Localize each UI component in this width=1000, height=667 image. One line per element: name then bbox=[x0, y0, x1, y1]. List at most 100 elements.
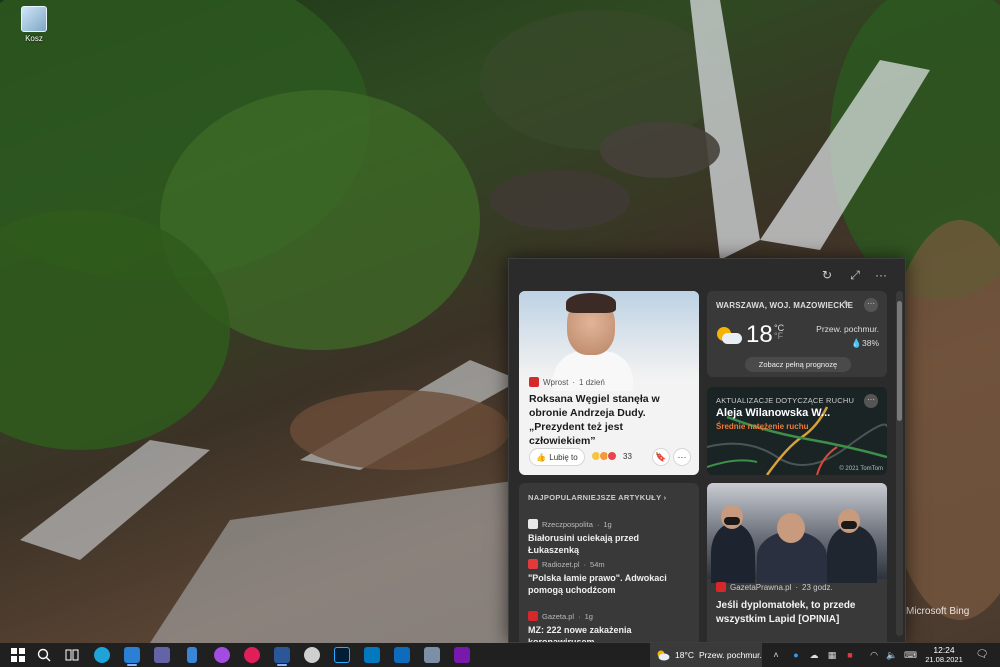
emoji-heart-icon bbox=[607, 451, 617, 461]
start-icon[interactable] bbox=[10, 647, 26, 663]
onedrive-icon[interactable]: ☁ bbox=[808, 649, 820, 661]
photo-person bbox=[711, 523, 755, 583]
taskbar: 18°C Przew. pochmur. ˄ ● ☁ ▦ ■ ◠ 🔈 ⌨ 12:… bbox=[0, 643, 1000, 667]
edit-location-icon[interactable]: ✎ bbox=[843, 299, 851, 310]
tray-app-icon[interactable]: ● bbox=[790, 649, 802, 661]
featured-article-card[interactable]: Wprost · 1 dzień Roksana Węgiel stanęła … bbox=[519, 291, 699, 475]
recycle-bin-label: Kosz bbox=[25, 34, 43, 43]
expand-icon[interactable]: ⤢ bbox=[847, 267, 863, 283]
featured-title[interactable]: Roksana Węgiel stanęła w obronie Andrzej… bbox=[529, 392, 691, 448]
news-interests-panel: ↻ ⤢ ··· Wprost · 1 dzień Roksana Węgiel … bbox=[508, 258, 906, 643]
bookmark-icon[interactable]: 🔖 bbox=[652, 448, 670, 466]
language-icon[interactable]: ⌨ bbox=[904, 649, 917, 661]
task-view-icon[interactable] bbox=[64, 647, 80, 663]
mail-icon[interactable] bbox=[124, 647, 140, 663]
traffic-more-icon[interactable]: ··· bbox=[864, 394, 878, 408]
weather-location: WARSZAWA, WOJ. MAZOWIECKIE bbox=[716, 301, 854, 310]
tray-apps-icon[interactable]: ▦ bbox=[826, 649, 838, 661]
popular-source: Radiozet.pl bbox=[542, 559, 580, 569]
phone-icon[interactable] bbox=[187, 647, 197, 663]
traffic-status: Średnie natężenie ruchu bbox=[716, 422, 809, 431]
photo-mask bbox=[841, 521, 857, 529]
photo-face bbox=[777, 513, 805, 543]
scrollbar-thumb[interactable] bbox=[897, 301, 902, 421]
recycle-bin-icon bbox=[21, 6, 47, 32]
droplet-icon: 💧 bbox=[851, 338, 862, 348]
like-button[interactable]: 👍 Lubię to bbox=[529, 448, 585, 466]
wprost-logo-icon bbox=[529, 377, 539, 387]
article-source-row: GazetaPrawna.pl · 23 godz. bbox=[716, 582, 833, 592]
search-icon[interactable] bbox=[36, 647, 52, 663]
like-label: Lubię to bbox=[549, 452, 578, 462]
refresh-icon[interactable]: ↻ bbox=[819, 267, 835, 283]
messenger-icon[interactable] bbox=[214, 647, 230, 663]
featured-source-row: Wprost · 1 dzień bbox=[529, 377, 605, 387]
outlook-icon[interactable] bbox=[394, 647, 410, 663]
popular-item[interactable]: Radiozet.pl · 54m "Polska łamie prawo". … bbox=[528, 559, 692, 596]
popular-articles-card: NAJPOPULARNIEJSZE ARTYKUŁY › Rzeczpospol… bbox=[519, 483, 699, 642]
panel-scrollbar[interactable] bbox=[896, 291, 903, 636]
weather-more-icon[interactable]: ··· bbox=[864, 298, 878, 312]
popular-age: 1g bbox=[603, 519, 612, 529]
edge-icon[interactable] bbox=[94, 647, 110, 663]
featured-source: Wprost bbox=[543, 377, 569, 387]
taskbar-weather-widget[interactable]: 18°C Przew. pochmur. bbox=[650, 643, 762, 667]
weather-humidity-row: 💧38% bbox=[851, 338, 879, 349]
clock-time: 12:24 bbox=[933, 645, 955, 655]
chevron-right-icon: › bbox=[663, 493, 667, 502]
volume-icon[interactable]: 🔈 bbox=[886, 649, 898, 661]
weather-humidity: 38% bbox=[861, 338, 879, 348]
photo-person bbox=[827, 525, 877, 583]
calculator-icon[interactable] bbox=[424, 647, 440, 663]
article-age: 23 godz. bbox=[802, 582, 833, 592]
popular-age: 1g bbox=[584, 611, 593, 621]
traffic-road: Aleja Wilanowska W... bbox=[716, 407, 831, 419]
weather-temperature: 18 bbox=[746, 321, 773, 348]
trello-icon[interactable] bbox=[364, 647, 380, 663]
word-icon[interactable] bbox=[274, 647, 290, 663]
tray-red-icon[interactable]: ■ bbox=[844, 649, 856, 661]
more-icon[interactable]: ··· bbox=[873, 267, 889, 283]
featured-more-icon[interactable]: ··· bbox=[673, 448, 691, 466]
taskbar-weather-icon bbox=[657, 650, 670, 661]
weather-units[interactable]: °C °F bbox=[774, 324, 784, 341]
network-icon[interactable]: ◠ bbox=[868, 649, 880, 661]
photo-mask bbox=[724, 517, 740, 525]
popular-item[interactable]: Gazeta.pl · 1g MZ: 222 nowe zakażenia ko… bbox=[528, 611, 692, 642]
reaction-count: 33 bbox=[623, 451, 632, 461]
mail-active-indicator bbox=[127, 664, 137, 666]
teams-icon[interactable] bbox=[154, 647, 170, 663]
bing-watermark: Microsoft Bing bbox=[906, 606, 970, 617]
thumbs-up-icon: 👍 bbox=[536, 452, 547, 462]
taskbar-clock[interactable]: 12:24 21.08.2021 bbox=[922, 645, 966, 665]
weather-condition: Przew. pochmur. bbox=[816, 324, 879, 334]
article-separator: · bbox=[795, 582, 799, 592]
radiozet-logo-icon bbox=[528, 559, 538, 569]
featured-article-photo bbox=[519, 291, 699, 391]
article-title[interactable]: Jeśli dyplomatołek, to przede wszystkim … bbox=[716, 599, 880, 627]
popular-age: 54m bbox=[590, 559, 605, 569]
article-source: GazetaPrawna.pl bbox=[730, 582, 792, 592]
photo-hair bbox=[566, 293, 616, 313]
popular-title: "Polska łamie prawo". Adwokaci pomogą uc… bbox=[528, 573, 667, 595]
weather-card[interactable]: WARSZAWA, WOJ. MAZOWIECKIE ✎ ··· 18 °C °… bbox=[707, 291, 887, 377]
popular-heading-row[interactable]: NAJPOPULARNIEJSZE ARTYKUŁY › bbox=[528, 493, 666, 502]
lens-icon[interactable] bbox=[304, 647, 320, 663]
popular-heading: NAJPOPULARNIEJSZE ARTYKUŁY bbox=[528, 493, 662, 502]
reactions-summary[interactable]: 33 bbox=[591, 451, 632, 461]
popular-item[interactable]: Rzeczpospolita · 1g Białorusini uciekają… bbox=[528, 519, 692, 556]
full-forecast-button[interactable]: Zobacz pełną prognozę bbox=[745, 357, 851, 372]
featured-separator: · bbox=[572, 377, 576, 387]
photoshop-icon[interactable] bbox=[334, 647, 350, 663]
popular-separator: · bbox=[578, 611, 581, 621]
chevron-up-icon[interactable]: ˄ bbox=[770, 649, 782, 661]
map-copyright: © 2021 TomTom bbox=[839, 466, 883, 472]
onenote-icon[interactable] bbox=[454, 647, 470, 663]
slack-icon[interactable] bbox=[244, 647, 260, 663]
article-card[interactable]: GazetaPrawna.pl · 23 godz. Jeśli dyploma… bbox=[707, 483, 887, 642]
notifications-icon[interactable]: 🗨 bbox=[975, 648, 989, 662]
unit-fahrenheit[interactable]: °F bbox=[774, 332, 784, 341]
recycle-bin-shortcut[interactable]: Kosz bbox=[14, 6, 54, 43]
traffic-card[interactable]: AKTUALIZACJE DOTYCZĄCE RUCHU ··· Aleja W… bbox=[707, 387, 887, 475]
taskbar-weather-temp: 18°C bbox=[675, 650, 694, 660]
